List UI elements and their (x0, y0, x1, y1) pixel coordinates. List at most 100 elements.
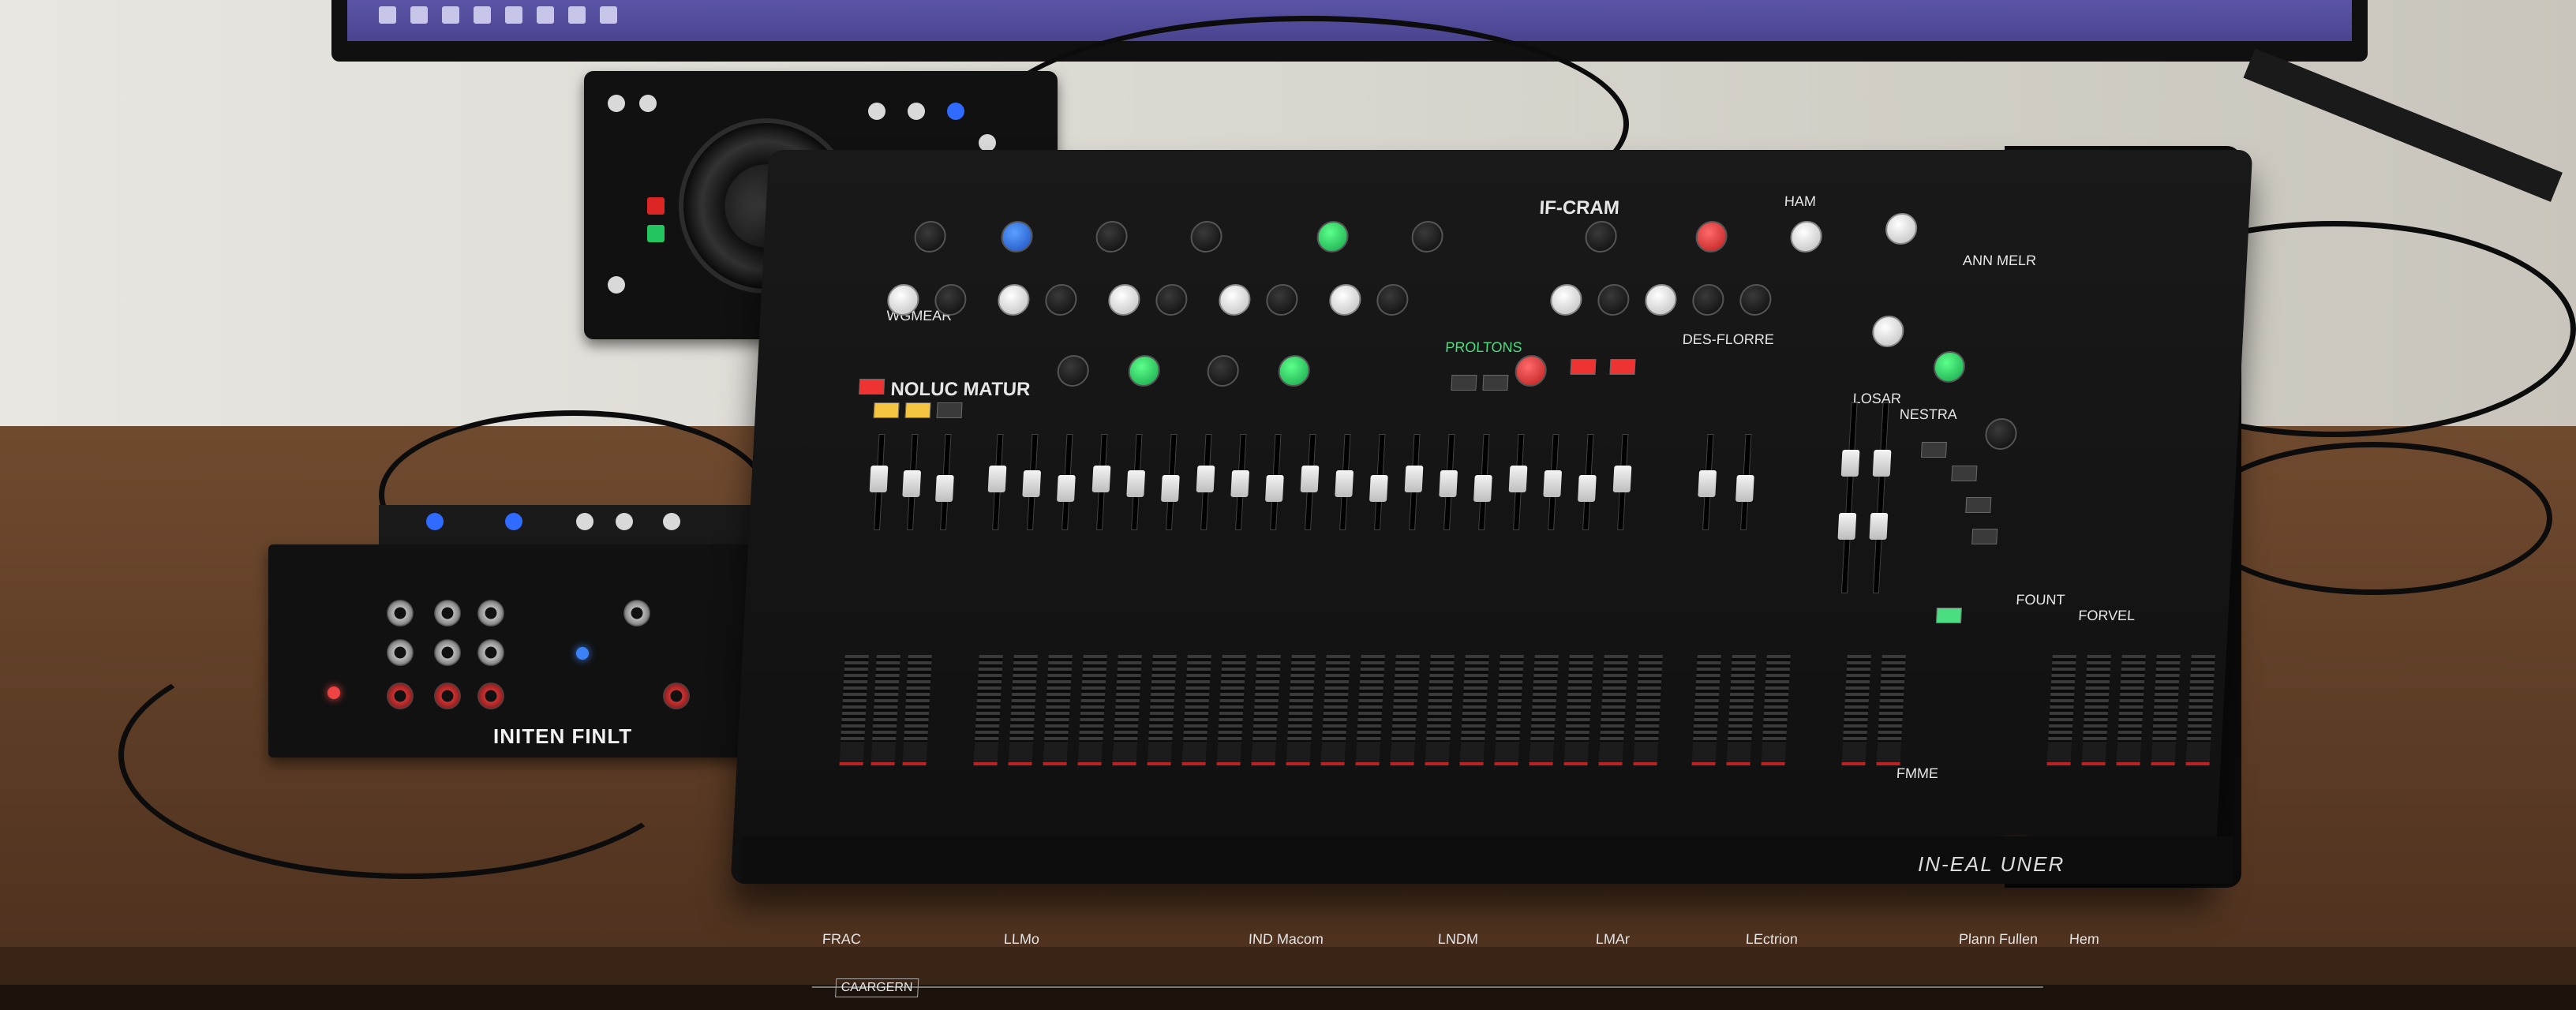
master-fader-icon[interactable] (1872, 450, 1892, 477)
jack-icon[interactable] (623, 600, 650, 627)
meter-cap[interactable] (1181, 742, 1208, 765)
controller-button[interactable] (608, 276, 625, 294)
knob-icon[interactable] (1206, 355, 1240, 387)
fader-icon[interactable] (1230, 470, 1250, 497)
meter-cap[interactable] (1043, 742, 1069, 765)
knob-icon[interactable] (1316, 221, 1350, 252)
fader-icon[interactable] (1264, 475, 1284, 502)
meter-cap[interactable] (1726, 742, 1752, 765)
knob-icon[interactable] (1584, 221, 1618, 252)
knob-icon[interactable] (1871, 316, 1905, 347)
master-fader-icon[interactable] (1869, 513, 1889, 540)
interface-knob[interactable] (505, 513, 522, 530)
meter-cap[interactable] (2081, 742, 2107, 765)
fader-icon[interactable] (1473, 475, 1492, 502)
logo-button[interactable]: CAARGERN (835, 978, 919, 997)
channel-button[interactable] (1935, 608, 1962, 623)
jack-icon[interactable] (477, 600, 504, 627)
knob-icon[interactable] (1107, 284, 1141, 316)
solo-button[interactable] (904, 402, 931, 418)
fader-icon[interactable] (1439, 470, 1458, 497)
meter-cap[interactable] (1494, 742, 1520, 765)
knob-icon[interactable] (1265, 284, 1299, 316)
meter-cap[interactable] (1008, 742, 1034, 765)
fader-icon[interactable] (1056, 475, 1076, 502)
knob-icon[interactable] (1376, 284, 1410, 316)
knob-icon[interactable] (1189, 221, 1223, 252)
master-fader-icon[interactable] (1837, 513, 1857, 540)
meter-cap[interactable] (2116, 742, 2142, 765)
jack-icon[interactable] (477, 683, 504, 709)
knob-icon[interactable] (1739, 284, 1773, 316)
fader-icon[interactable] (1698, 470, 1717, 497)
meter-cap[interactable] (1633, 742, 1659, 765)
meter-cap[interactable] (1841, 742, 1867, 765)
meter-cap[interactable] (1251, 742, 1277, 765)
fader-icon[interactable] (1126, 470, 1146, 497)
channel-button[interactable] (1965, 497, 1992, 513)
meter-cap[interactable] (1691, 742, 1717, 765)
fader-icon[interactable] (869, 466, 889, 492)
jack-icon[interactable] (663, 683, 690, 709)
knob-icon[interactable] (913, 221, 947, 252)
channel-button[interactable] (1609, 359, 1636, 375)
knob-icon[interactable] (1127, 355, 1161, 387)
channel-button[interactable] (1482, 375, 1509, 391)
knob-icon[interactable] (1155, 284, 1189, 316)
fader-icon[interactable] (1612, 466, 1632, 492)
fader-icon[interactable] (1735, 475, 1754, 502)
fader-icon[interactable] (1508, 466, 1528, 492)
meter-cap[interactable] (1459, 742, 1485, 765)
knob-icon[interactable] (1410, 221, 1444, 252)
fader-icon[interactable] (1091, 466, 1111, 492)
controller-button[interactable] (639, 95, 657, 112)
jack-icon[interactable] (434, 600, 461, 627)
knob-icon[interactable] (1549, 284, 1583, 316)
knob-icon[interactable] (1597, 284, 1631, 316)
interface-knob[interactable] (576, 513, 593, 530)
fader-icon[interactable] (1160, 475, 1180, 502)
fader-icon[interactable] (1196, 466, 1215, 492)
interface-knob[interactable] (426, 513, 444, 530)
mute-button[interactable] (859, 379, 886, 395)
meter-cap[interactable] (1112, 742, 1138, 765)
fader-icon[interactable] (1022, 470, 1042, 497)
meter-cap[interactable] (1286, 742, 1312, 765)
knob-icon[interactable] (1885, 213, 1919, 245)
fader-icon[interactable] (902, 470, 922, 497)
controller-button[interactable] (947, 103, 964, 120)
meter-cap[interactable] (2151, 742, 2177, 765)
controller-button[interactable] (908, 103, 925, 120)
meter-cap[interactable] (1355, 742, 1381, 765)
knob-icon[interactable] (1932, 351, 1967, 383)
interface-knob[interactable] (663, 513, 680, 530)
controller-button[interactable] (608, 95, 625, 112)
jack-icon[interactable] (434, 639, 461, 666)
knob-icon[interactable] (1984, 418, 2018, 450)
controller-button[interactable] (979, 134, 996, 152)
meter-cap[interactable] (1425, 742, 1451, 765)
meter-cap[interactable] (1876, 742, 1902, 765)
jack-icon[interactable] (477, 639, 504, 666)
jack-icon[interactable] (434, 683, 461, 709)
channel-button[interactable] (1971, 529, 1998, 544)
jack-icon[interactable] (387, 639, 414, 666)
knob-icon[interactable] (997, 284, 1031, 316)
knob-icon[interactable] (1000, 221, 1034, 252)
fader-icon[interactable] (1543, 470, 1563, 497)
jack-icon[interactable] (387, 600, 414, 627)
meter-cap[interactable] (1147, 742, 1173, 765)
meter-cap[interactable] (1077, 742, 1103, 765)
meter-cap[interactable] (1390, 742, 1416, 765)
meter-cap[interactable] (839, 742, 865, 765)
meter-cap[interactable] (2185, 742, 2211, 765)
knob-icon[interactable] (1328, 284, 1362, 316)
knob-icon[interactable] (934, 284, 968, 316)
fader-icon[interactable] (934, 475, 954, 502)
meter-cap[interactable] (1216, 742, 1242, 765)
channel-button[interactable] (1920, 442, 1947, 458)
meter-cap[interactable] (1529, 742, 1555, 765)
knob-icon[interactable] (1789, 221, 1823, 252)
fader-icon[interactable] (1368, 475, 1388, 502)
fader-icon[interactable] (1577, 475, 1597, 502)
